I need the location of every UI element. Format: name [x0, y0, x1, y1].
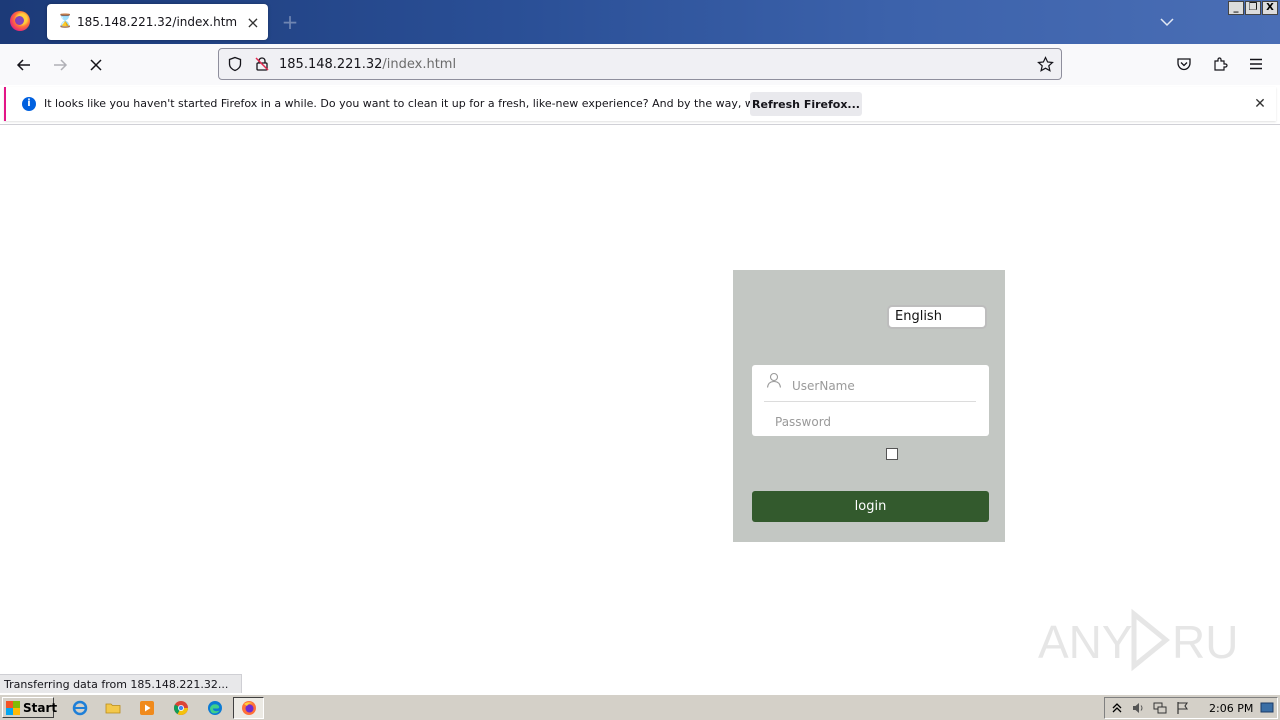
- notification-bar: i It looks like you haven't started Fire…: [4, 87, 1276, 121]
- info-icon: i: [22, 97, 36, 111]
- arrow-right-icon: [54, 59, 68, 71]
- pocket-icon[interactable]: [1176, 56, 1192, 72]
- tab-strip: ⌛ 185.148.221.32/index.html × + _ ❐ X: [0, 0, 1280, 44]
- url-path: /index.html: [382, 57, 457, 72]
- refresh-firefox-button[interactable]: Refresh Firefox...: [750, 92, 862, 116]
- hamburger-menu-icon[interactable]: [1248, 56, 1264, 72]
- ie-icon[interactable]: [70, 698, 90, 718]
- anyrun-watermark-logo: ANY RUN: [1038, 608, 1238, 672]
- show-desktop-icon[interactable]: [1260, 701, 1274, 715]
- watermark-text-run: RUN: [1172, 616, 1238, 668]
- status-panel: Transferring data from 185.148.221.32...: [0, 674, 242, 693]
- explorer-icon[interactable]: [103, 698, 123, 718]
- speaker-icon[interactable]: [1131, 701, 1145, 715]
- clock[interactable]: 2:06 PM: [1209, 702, 1253, 715]
- taskbar: Start 2:06 PM: [0, 694, 1280, 720]
- media-player-icon[interactable]: [137, 698, 157, 718]
- credentials-box: [752, 365, 989, 436]
- watermark-text-any: ANY: [1038, 616, 1133, 668]
- username-input[interactable]: [792, 376, 972, 396]
- tab-active[interactable]: ⌛ 185.148.221.32/index.html ×: [47, 4, 268, 40]
- url-bar[interactable]: 185.148.221.32/index.html: [218, 48, 1062, 80]
- password-input[interactable]: [775, 412, 975, 432]
- tab-close-icon[interactable]: ×: [238, 13, 268, 32]
- play-icon: [1131, 608, 1170, 672]
- insecure-lock-icon[interactable]: [254, 56, 270, 72]
- forward-button[interactable]: [47, 52, 73, 78]
- network-icon[interactable]: [1153, 701, 1167, 715]
- field-divider: [764, 401, 976, 402]
- shield-icon[interactable]: [227, 56, 243, 72]
- stop-button[interactable]: [83, 52, 109, 78]
- firefox-icon[interactable]: [10, 11, 30, 31]
- start-button[interactable]: Start: [2, 697, 58, 718]
- windows-logo-icon: [6, 700, 20, 715]
- back-button[interactable]: [11, 52, 37, 78]
- minimize-button[interactable]: _: [1228, 1, 1244, 15]
- window-controls: _ ❐ X: [1228, 1, 1278, 15]
- login-panel: English login: [733, 270, 1005, 542]
- edge-icon[interactable]: [205, 698, 225, 718]
- language-select[interactable]: English: [887, 305, 987, 329]
- tab-title: 185.148.221.32/index.html: [77, 15, 238, 29]
- url-text[interactable]: 185.148.221.32/index.html: [279, 57, 456, 72]
- start-label: Start: [23, 700, 58, 715]
- restore-button[interactable]: ❐: [1245, 1, 1261, 15]
- arrow-left-icon: [16, 59, 30, 71]
- notification-message: It looks like you haven't started Firefo…: [44, 97, 828, 110]
- stop-x-icon: [90, 59, 102, 71]
- star-icon[interactable]: [1037, 56, 1054, 73]
- extensions-icon[interactable]: [1212, 56, 1228, 72]
- chrome-icon[interactable]: [171, 698, 191, 718]
- close-window-button[interactable]: X: [1262, 1, 1278, 15]
- new-tab-icon[interactable]: +: [280, 10, 300, 34]
- url-host: 185.148.221.32: [279, 57, 383, 72]
- flag-icon[interactable]: [1176, 701, 1190, 715]
- show-hidden-icons-icon[interactable]: [1110, 701, 1124, 715]
- chevron-down-icon[interactable]: [1157, 12, 1177, 32]
- nav-toolbar: 185.148.221.32/index.html: [0, 44, 1280, 85]
- system-tray: 2:06 PM: [1104, 697, 1278, 719]
- taskbar-firefox-button[interactable]: [233, 697, 264, 719]
- login-button[interactable]: login: [752, 491, 989, 522]
- hourglass-icon: ⌛: [57, 14, 74, 29]
- remember-checkbox[interactable]: [886, 448, 898, 460]
- close-icon[interactable]: ✕: [1250, 94, 1270, 114]
- firefox-icon: [241, 701, 256, 715]
- user-icon: [766, 372, 782, 388]
- content-divider: [0, 124, 1280, 125]
